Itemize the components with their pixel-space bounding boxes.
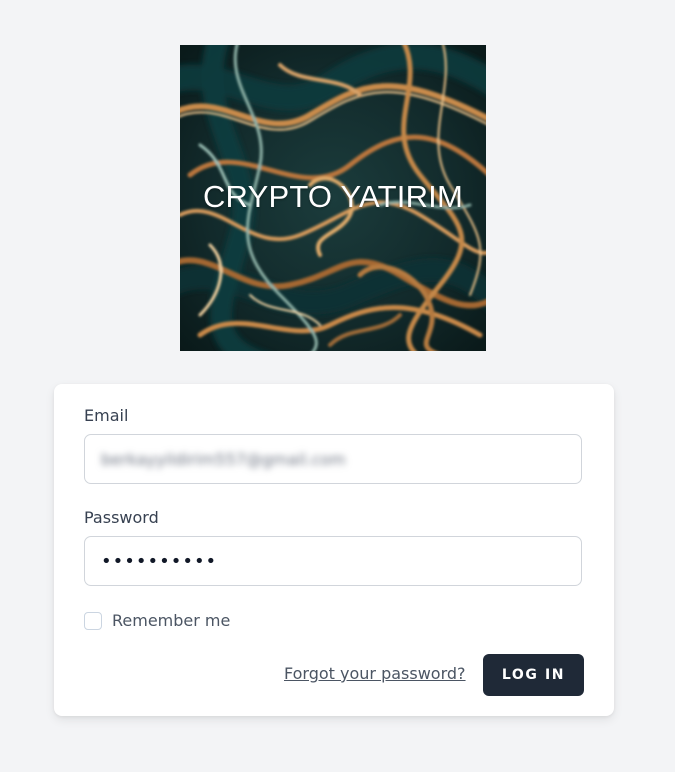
- email-value: berkayyildirim557@gmail.com: [101, 449, 346, 469]
- password-label: Password: [84, 508, 159, 527]
- remember-me-checkbox[interactable]: [84, 611, 102, 630]
- password-value: ••••••••••: [101, 550, 218, 572]
- email-field[interactable]: berkayyildirim557@gmail.com: [84, 434, 582, 484]
- remember-me[interactable]: Remember me: [84, 611, 230, 630]
- remember-me-label: Remember me: [112, 611, 231, 630]
- logo-title: CRYPTO YATIRIM: [202, 179, 464, 214]
- email-label: Email: [84, 406, 129, 425]
- login-card: Email berkayyildirim557@gmail.com Passwo…: [54, 384, 614, 716]
- forgot-password-link[interactable]: Forgot your password?: [284, 664, 466, 683]
- login-button[interactable]: LOG IN: [483, 654, 584, 696]
- password-field[interactable]: ••••••••••: [84, 536, 582, 586]
- brand-logo: CRYPTO YATIRIM: [180, 45, 486, 351]
